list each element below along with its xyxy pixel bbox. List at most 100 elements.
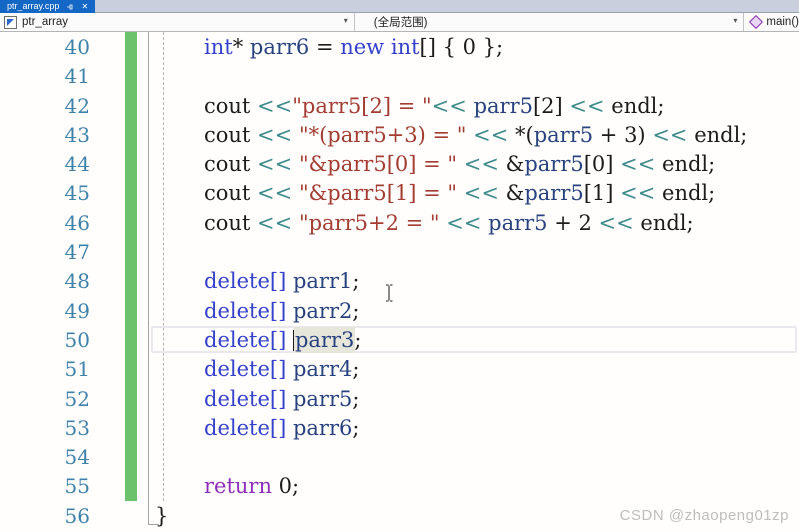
code-token: ; — [354, 327, 362, 352]
code-token: delete[] — [204, 269, 287, 294]
highlighted-symbol: parr3 — [294, 327, 355, 352]
code-token: ; — [352, 386, 360, 411]
document-icon — [4, 15, 17, 29]
code-token: delete[] — [204, 298, 287, 323]
code-line-50[interactable]: delete[] parr3; — [0, 326, 799, 355]
code-token: cout — [204, 122, 258, 147]
code-token: << — [463, 181, 499, 206]
code-token: ; — [352, 298, 360, 323]
code-line-43[interactable]: cout << "*(parr5+3) = " << *(parr5 + 3) … — [0, 121, 799, 150]
code-token: new — [340, 35, 385, 59]
code-token: 0; — [272, 474, 300, 499]
code-token: ; — [352, 269, 360, 294]
code-token: + 2 — [547, 210, 599, 235]
code-token: parr5 — [533, 122, 594, 147]
code-token: endl; — [687, 122, 748, 147]
code-token: endl; — [655, 152, 716, 177]
code-line-41[interactable] — [0, 62, 799, 91]
code-line-40[interactable]: int* parr6 = new int[] { 0 }; — [0, 33, 799, 62]
navigation-bar: ptr_array ▾ (全局范围) ▾ main() — [0, 13, 799, 32]
chevron-down-icon[interactable]: ▾ — [733, 16, 737, 25]
vs-editor-window: ptr_array.cpp ✕ ptr_array ▾ (全局范围) ▾ mai… — [0, 0, 799, 532]
code-token: parr5 — [473, 93, 533, 118]
member-dropdown[interactable]: main() — [743, 13, 799, 31]
code-token: ; — [352, 415, 360, 440]
project-dropdown-label: ptr_array — [22, 16, 69, 28]
code-token: int — [390, 35, 420, 59]
code-token: << — [257, 181, 293, 206]
code-token: * — [232, 35, 250, 59]
code-token: << — [446, 210, 482, 235]
scope-dropdown[interactable]: (全局范围) ▾ — [353, 13, 744, 31]
chevron-down-icon[interactable]: ▾ — [344, 16, 348, 25]
code-token: *( — [508, 122, 534, 147]
code-token: delete[] — [204, 386, 287, 411]
code-line-49[interactable]: delete[] parr2; — [0, 297, 799, 326]
code-token: ; — [352, 357, 360, 382]
code-token: << — [257, 93, 293, 118]
member-dropdown-label: main() — [766, 16, 799, 28]
code-token: "parr5+2 = " — [298, 210, 440, 235]
code-token: parr6 — [292, 415, 353, 440]
code-line-52[interactable]: delete[] parr5; — [0, 385, 799, 414]
close-icon[interactable]: ✕ — [80, 2, 89, 11]
code-token: & — [498, 152, 525, 177]
code-line-51[interactable]: delete[] parr4; — [0, 355, 799, 384]
code-token: cout — [204, 181, 258, 206]
code-token: endl; — [604, 93, 665, 118]
code-token: cout — [204, 210, 258, 235]
watermark: CSDN @zhaopeng01zp — [619, 507, 789, 524]
code-token: parr4 — [292, 357, 353, 382]
code-lines[interactable]: int* parr6 = new int[] { 0 }; cout <<"par… — [0, 33, 799, 531]
code-token: << — [257, 152, 293, 177]
code-line-53[interactable]: delete[] parr6; — [0, 414, 799, 443]
code-token: << — [257, 210, 293, 235]
code-token: << — [652, 122, 688, 147]
code-token: << — [431, 93, 467, 118]
code-token: } — [155, 503, 169, 528]
code-token: << — [569, 93, 605, 118]
code-token: + 3) — [593, 122, 653, 147]
code-token: parr1 — [292, 269, 353, 294]
code-token: endl; — [633, 210, 694, 235]
code-editor[interactable]: 40 41 42 43 44 45 46 47 48 49 50 51 52 53 54 55 56 int* … — [0, 32, 799, 532]
code-token: parr2 — [292, 298, 353, 323]
code-token: return — [204, 474, 272, 499]
code-line-45[interactable]: cout << "&parr5[1] = " << &parr5[1] << e… — [0, 179, 799, 208]
code-line-54[interactable] — [0, 443, 799, 472]
code-line-46[interactable]: cout << "parr5+2 = " << parr5 + 2 << end… — [0, 209, 799, 238]
code-token: parr5 — [488, 210, 548, 235]
code-token: parr5 — [524, 152, 584, 177]
code-token: "parr5[2] = " — [292, 93, 432, 118]
code-token: << — [620, 152, 656, 177]
code-line-42[interactable]: cout <<"parr5[2] = "<< parr5[2] << endl; — [0, 92, 799, 121]
tab-ptr-array-cpp[interactable]: ptr_array.cpp ✕ — [0, 0, 96, 13]
code-line-47[interactable] — [0, 238, 799, 267]
project-dropdown[interactable]: ptr_array ▾ — [0, 13, 354, 31]
code-line-55[interactable]: return 0; — [0, 472, 799, 501]
code-line-44[interactable]: cout << "&parr5[0] = " << &parr5[0] << e… — [0, 150, 799, 179]
code-token: delete[] — [204, 415, 287, 440]
code-token: [1] — [583, 181, 621, 206]
pin-icon[interactable] — [65, 2, 74, 11]
code-token: & — [498, 181, 525, 206]
tab-bar: ptr_array.cpp ✕ — [0, 0, 799, 13]
code-token: "*(parr5+3) = " — [298, 122, 467, 147]
code-token: cout — [204, 152, 258, 177]
code-token: parr6 — [249, 35, 310, 59]
code-line-48[interactable]: delete[] parr1; — [0, 267, 799, 296]
code-token: [0] — [583, 152, 621, 177]
code-token: = — [309, 35, 341, 59]
scope-dropdown-label: (全局范围) — [373, 17, 428, 29]
